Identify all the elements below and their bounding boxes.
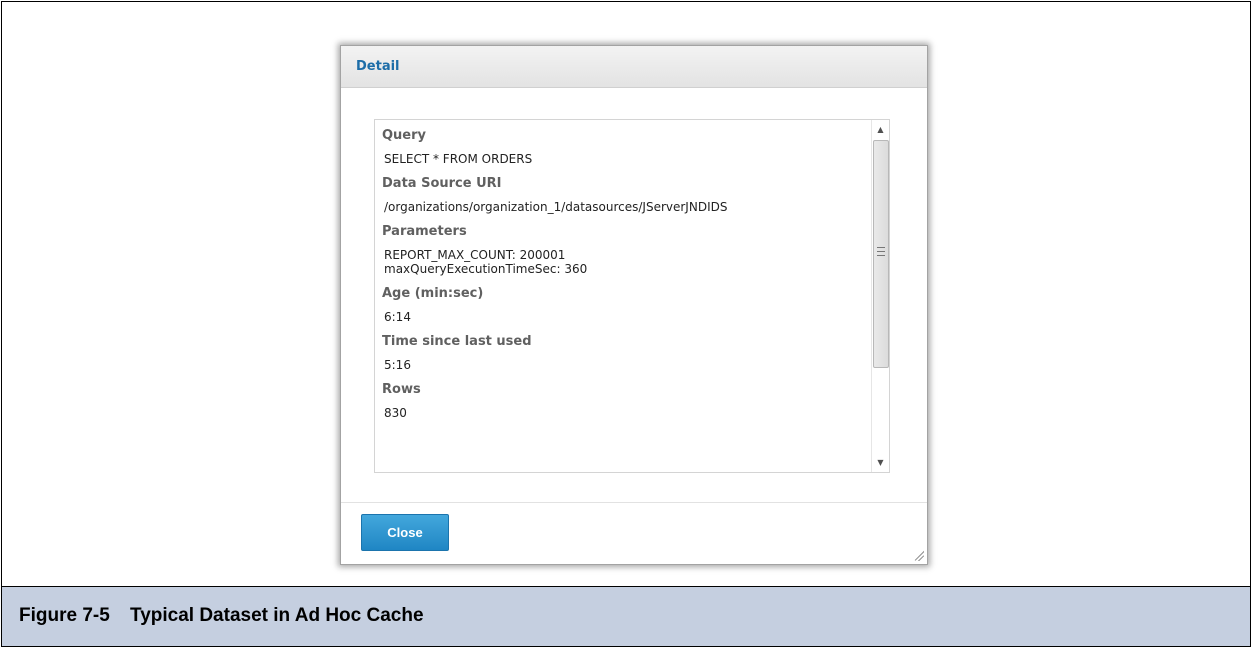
- dialog-footer: Close: [341, 502, 927, 564]
- figure-title: Typical Dataset in Ad Hoc Cache: [130, 605, 424, 626]
- scroll-grip-icon: [877, 247, 885, 256]
- figure-number: Figure 7-5: [19, 605, 110, 626]
- figure-caption: Figure 7-5 Typical Dataset in Ad Hoc Cac…: [2, 587, 1250, 646]
- field-value-time-since-last-used: 5:16: [384, 358, 411, 372]
- detail-content: Query SELECT * FROM ORDERS Data Source U…: [382, 127, 862, 429]
- field-label-query: Query: [382, 128, 427, 143]
- field-value-data-source-uri: /organizations/organization_1/datasource…: [384, 200, 728, 214]
- dialog-title: Detail: [356, 59, 400, 74]
- field-value-rows: 830: [384, 406, 407, 420]
- field-label-parameters: Parameters: [382, 224, 467, 239]
- field-value-parameters: REPORT_MAX_COUNT: 200001 maxQueryExecuti…: [382, 248, 862, 276]
- field-time-since-last-used: Time since last used 5:16: [382, 333, 862, 372]
- parameter-line: REPORT_MAX_COUNT: 200001: [384, 248, 566, 262]
- figure-frame: Detail Query SELECT * FROM ORDERS Data S…: [1, 1, 1251, 647]
- field-value-age: 6:14: [384, 310, 411, 324]
- scroll-thumb[interactable]: [873, 140, 889, 368]
- vertical-scrollbar[interactable]: ▲ ▼: [871, 120, 889, 472]
- detail-panel[interactable]: Query SELECT * FROM ORDERS Data Source U…: [374, 119, 890, 473]
- field-label-data-source-uri: Data Source URI: [382, 176, 502, 191]
- close-button[interactable]: Close: [361, 514, 449, 551]
- field-label-rows: Rows: [382, 382, 421, 397]
- dialog-header[interactable]: Detail: [341, 46, 927, 88]
- field-value-query: SELECT * FROM ORDERS: [384, 152, 533, 166]
- detail-dialog: Detail Query SELECT * FROM ORDERS Data S…: [340, 45, 928, 565]
- scroll-up-arrow-icon[interactable]: ▲: [872, 121, 889, 138]
- field-rows: Rows 830: [382, 381, 862, 420]
- field-query: Query SELECT * FROM ORDERS: [382, 127, 862, 166]
- field-age: Age (min:sec) 6:14: [382, 285, 862, 324]
- field-label-time-since-last-used: Time since last used: [382, 334, 532, 349]
- field-data-source-uri: Data Source URI /organizations/organizat…: [382, 175, 862, 214]
- scroll-down-arrow-icon[interactable]: ▼: [872, 454, 889, 471]
- field-parameters: Parameters REPORT_MAX_COUNT: 200001 maxQ…: [382, 223, 862, 276]
- screenshot-area: Detail Query SELECT * FROM ORDERS Data S…: [2, 2, 1250, 587]
- resize-grip-icon[interactable]: [912, 549, 924, 561]
- field-label-age: Age (min:sec): [382, 286, 484, 301]
- parameter-line: maxQueryExecutionTimeSec: 360: [384, 262, 588, 276]
